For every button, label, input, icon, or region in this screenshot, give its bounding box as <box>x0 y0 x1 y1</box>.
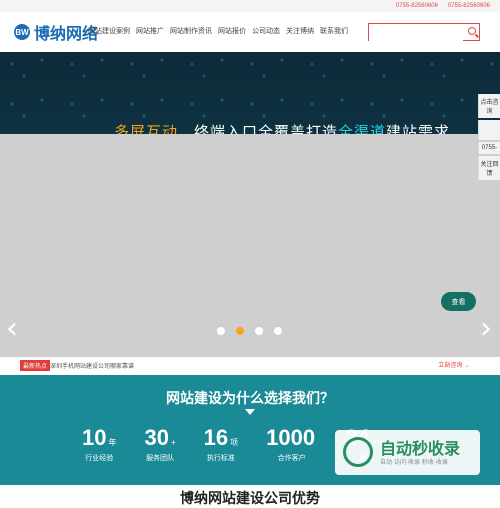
stat-unit: 项 <box>230 438 239 447</box>
stat-unit: 年 <box>108 438 117 447</box>
nav-item-news[interactable]: 网站制作资讯 <box>170 26 212 36</box>
side-blank[interactable] <box>478 120 500 140</box>
carousel-dot[interactable] <box>217 327 225 335</box>
nav-item-cases[interactable]: 网站建设案例 <box>88 26 130 36</box>
stat-label: 行业经验 <box>85 455 114 462</box>
nav-item-pricing[interactable]: 网站报价 <box>218 26 246 36</box>
stat-item: 30 + 服务团队 <box>144 425 175 463</box>
carousel-dot[interactable] <box>255 327 263 335</box>
carousel-dot[interactable] <box>274 327 282 335</box>
prev-arrow-icon[interactable]: ‹ <box>6 314 18 344</box>
carousel-dots <box>217 327 282 335</box>
view-button[interactable]: 查看 <box>441 292 476 311</box>
side-follow[interactable]: 关注回馈 <box>478 156 500 180</box>
news-ticker: 最新热点 深圳手机网站建设公司哪家靠谱 立刻咨询 → <box>0 357 500 376</box>
phone-list: 0755-82560606 0755-82560606 <box>396 0 490 12</box>
nav-item-promotion[interactable]: 网站推广 <box>136 26 164 36</box>
nav-item-contact[interactable]: 联系我们 <box>320 26 348 36</box>
next-arrow-icon[interactable]: › <box>480 314 492 344</box>
consult-now-link[interactable]: 立刻咨询 → <box>438 360 470 369</box>
hero-banner: 多屏互动，终端入口全覆盖打造全渠道建站需求 查看 ‹ › <box>0 52 500 357</box>
stat-number: 1000 <box>266 425 316 450</box>
stat-unit: + <box>170 438 176 447</box>
watermark-logo-icon <box>343 437 373 467</box>
watermark-badge: 自动秒收录 自动·访问·收录·秒收·收录 <box>335 430 480 475</box>
caret-down-icon <box>245 409 255 415</box>
carousel-dot-active[interactable] <box>236 327 244 335</box>
watermark-title: 自动秒收录 <box>380 441 461 458</box>
news-badge: 最新热点 <box>20 360 51 371</box>
side-phone[interactable]: 0755- <box>478 142 500 154</box>
stat-number: 10 <box>82 425 107 450</box>
search-box <box>368 23 480 44</box>
stat-label: 合作客户 <box>277 455 306 462</box>
nav-item-follow[interactable]: 关注博纳 <box>286 26 314 36</box>
stat-item: 16 项 执行标准 <box>204 425 238 463</box>
search-icon[interactable] <box>468 27 476 35</box>
header: BW 博纳网络 网站建设案例 网站推广 网站制作资讯 网站报价 公司动态 关注博… <box>0 12 500 52</box>
stat-item: 1000 合作客户 <box>266 425 317 463</box>
stat-label: 执行标准 <box>206 455 235 462</box>
search-input[interactable] <box>369 27 463 44</box>
stat-number: 16 <box>203 425 229 450</box>
hero-image-placeholder <box>0 134 500 357</box>
stat-label: 服务团队 <box>146 455 175 462</box>
stat-item: 10 年 行业经验 <box>82 425 116 463</box>
phone-2: 0755-82560606 <box>447 3 490 9</box>
news-text[interactable]: 深圳手机网站建设公司哪家靠谱 <box>50 361 134 370</box>
main-nav: 网站建设案例 网站推广 网站制作资讯 网站报价 公司动态 关注博纳 联系我们 <box>88 26 348 36</box>
watermark-subtitle: 自动·访问·收录·秒收·收录 <box>380 460 448 466</box>
logo-icon: BW <box>14 24 30 40</box>
side-float-panel: 点击咨询 0755- 关注回馈 <box>478 94 500 182</box>
stat-number: 30 <box>144 425 169 450</box>
side-consult[interactable]: 点击咨询 <box>478 94 500 118</box>
logo[interactable]: BW 博纳网络 <box>14 20 98 44</box>
nav-item-company[interactable]: 公司动态 <box>252 26 280 36</box>
advantages-title: 博纳网站建设公司优势 <box>180 490 320 506</box>
section-title: 网站建设为什么选择我们？ <box>166 390 334 406</box>
phone-1: 0755-82560606 <box>395 3 438 9</box>
top-bar: 0755-82560606 0755-82560606 <box>0 0 500 12</box>
